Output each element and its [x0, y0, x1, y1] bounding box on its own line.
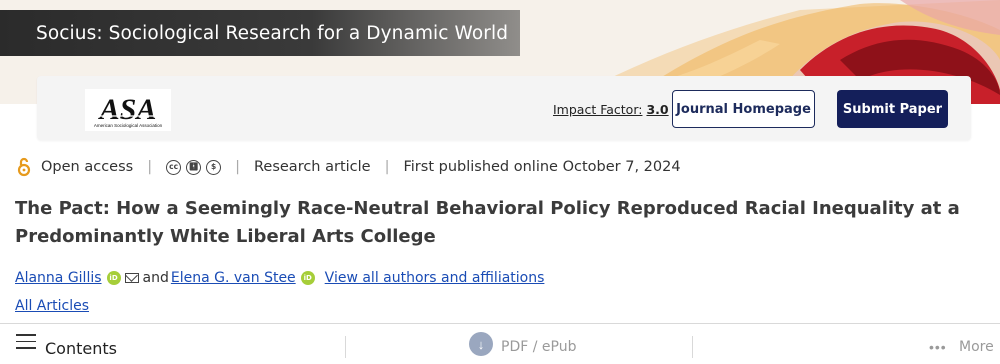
author-conjunction: and — [142, 270, 169, 286]
logo-text: ASA — [98, 93, 157, 126]
toolbar-divider — [345, 336, 346, 358]
contents-button[interactable]: Contents — [45, 339, 117, 358]
all-articles-link[interactable]: All Articles — [15, 298, 89, 314]
impact-factor-label: Impact Factor: — [553, 102, 643, 117]
meta-divider: | — [235, 159, 240, 175]
nc-icon: $ — [206, 159, 222, 175]
open-access-label: Open access — [41, 159, 134, 175]
license-icons[interactable]: cc 🚹︎ $ — [166, 159, 222, 175]
email-icon[interactable] — [124, 273, 139, 283]
cc-icon: cc — [166, 159, 182, 175]
asa-logo[interactable]: ASA American Sociological Association — [85, 89, 171, 131]
author-list: Alanna Gillis iD and Elena G. van Stee i… — [15, 268, 544, 288]
logo-subtext: American Sociological Association — [94, 123, 163, 128]
orcid-icon[interactable]: iD — [106, 271, 121, 285]
view-all-authors-link[interactable]: View all authors and affiliations — [325, 270, 545, 286]
toolbar-divider — [692, 336, 693, 358]
more-icon[interactable]: ••• — [929, 339, 947, 355]
orcid-icon[interactable]: iD — [300, 271, 315, 285]
meta-divider: | — [147, 159, 153, 175]
more-button[interactable]: More — [959, 339, 994, 355]
submit-paper-button[interactable]: Submit Paper — [837, 90, 948, 128]
journal-homepage-button[interactable]: Journal Homepage — [672, 90, 815, 128]
open-access-icon — [17, 157, 31, 177]
contents-menu-icon[interactable] — [16, 334, 36, 350]
journal-header-card — [37, 76, 971, 140]
article-toolbar: Contents ↓ PDF / ePub ••• More — [0, 323, 1000, 364]
article-meta-row: Open access | cc 🚹︎ $ | Research article… — [17, 157, 681, 177]
impact-factor[interactable]: Impact Factor: 3.0 — [553, 102, 669, 117]
published-date: First published online October 7, 2024 — [403, 159, 681, 175]
pdf-epub-button[interactable]: PDF / ePub — [501, 339, 576, 355]
author-link-gillis[interactable]: Alanna Gillis — [15, 270, 102, 286]
by-icon: 🚹︎ — [186, 159, 202, 175]
author-link-van-stee[interactable]: Elena G. van Stee — [171, 270, 296, 286]
article-type: Research article — [253, 159, 371, 175]
article-title: The Pact: How a Seemingly Race-Neutral B… — [15, 198, 960, 247]
meta-divider: | — [384, 159, 390, 175]
impact-factor-value: 3.0 — [646, 102, 669, 117]
download-icon[interactable]: ↓ — [469, 332, 493, 356]
journal-title[interactable]: Socius: Sociological Research for a Dyna… — [36, 23, 508, 44]
